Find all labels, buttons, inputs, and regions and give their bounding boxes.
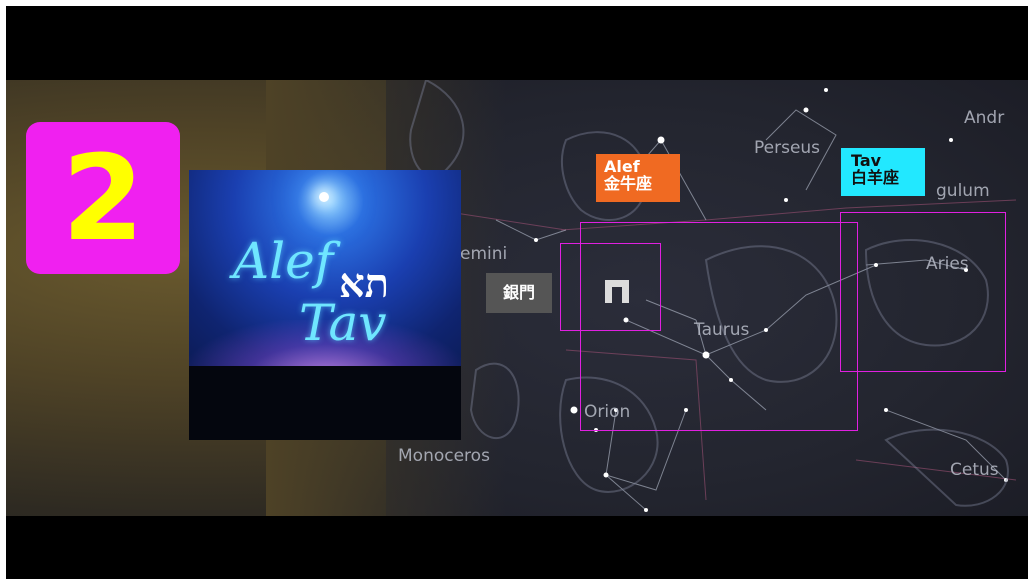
horizon-ground: [189, 366, 461, 440]
album-hebrew-letters: תא: [339, 260, 390, 307]
tav-tag-line2: 白羊座: [851, 168, 900, 187]
constellation-label-perseus: Perseus: [754, 138, 821, 158]
star-map-scene: Andr Perseus gulum emini Aries Taurus Or…: [6, 80, 1028, 516]
constellation-label-andromeda: Andr: [964, 108, 1005, 128]
alef-tag-line2: 金牛座: [604, 174, 653, 193]
constellation-label-triangulum: gulum: [936, 181, 990, 201]
video-frame: Andr Perseus gulum emini Aries Taurus Or…: [6, 6, 1028, 579]
album-cover: Alef Tav תא: [189, 170, 461, 440]
silver-gate-label: 銀門: [486, 273, 552, 313]
tav-aries-tag: Tav 白羊座: [841, 148, 925, 196]
episode-number-badge: 2: [26, 122, 180, 274]
constellation-label-cetus: Cetus: [950, 460, 999, 480]
gate-pi-icon: [605, 280, 629, 303]
tav-tag-line1: Tav: [851, 151, 882, 170]
episode-number: 2: [61, 129, 145, 267]
constellation-label-monoceros: Monoceros: [398, 446, 490, 466]
alef-tag-line1: Alef: [604, 157, 640, 176]
aries-highlight-box: [840, 212, 1006, 372]
bright-star-icon: [319, 192, 329, 202]
album-title-alef: Alef: [233, 232, 334, 290]
constellation-label-gemini: emini: [460, 244, 508, 264]
alef-taurus-tag: Alef 金牛座: [596, 154, 680, 202]
